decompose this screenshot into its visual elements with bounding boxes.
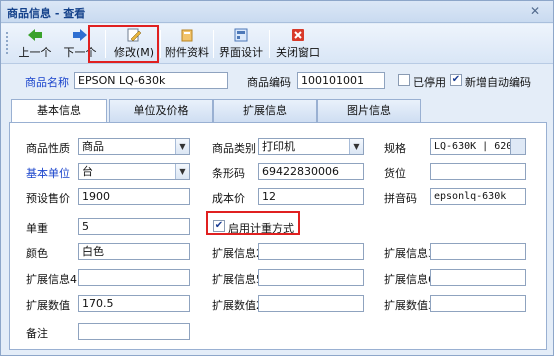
tab-basic-info[interactable]: 基本信息	[11, 99, 107, 123]
weighing-highlight	[206, 211, 300, 235]
edit-button-highlight	[88, 25, 159, 63]
pinyin-label: 拼音码	[384, 192, 417, 205]
extnum3-input[interactable]	[430, 295, 526, 312]
interface-design-label: 界面设计	[219, 46, 263, 59]
ext3-input[interactable]	[430, 243, 526, 260]
category-label: 商品类别	[212, 142, 256, 155]
chevron-down-icon[interactable]: ▼	[349, 139, 363, 154]
prev-button[interactable]: 上一个	[15, 28, 55, 62]
product-info-window: 商品信息 - 查看 ✕ 上一个 下一个 修改(M) 附件资料 界面设计 关闭窗口…	[0, 0, 554, 356]
ext5-label: 扩展信息5	[212, 273, 263, 286]
close-icon[interactable]: ✕	[529, 5, 541, 17]
tab-strip: 基本信息 单位及价格 扩展信息 图片信息	[9, 99, 547, 123]
auto-code-checkbox[interactable]: ✔	[450, 74, 462, 86]
barcode-label: 条形码	[212, 167, 245, 180]
ext5-input[interactable]	[258, 269, 364, 286]
attachments-button[interactable]: 附件资料	[164, 28, 210, 62]
weight-input[interactable]: 5	[78, 218, 190, 235]
location-input[interactable]	[430, 163, 526, 180]
ext4-input[interactable]	[78, 269, 190, 286]
prev-label: 上一个	[18, 46, 52, 59]
chevron-down-icon[interactable]: ▼	[175, 139, 189, 154]
close-window-button[interactable]: 关闭窗口	[274, 28, 322, 62]
product-name-label: 商品名称	[25, 76, 69, 89]
tab-image-info[interactable]: 图片信息	[317, 99, 421, 122]
tab-extended-info[interactable]: 扩展信息	[213, 99, 317, 122]
category-select[interactable]: 打印机 ▼	[258, 138, 364, 155]
ext6-label: 扩展信息6	[384, 273, 435, 286]
disabled-checkbox[interactable]	[398, 74, 410, 86]
spec-label: 规格	[384, 142, 406, 155]
ext2-label: 扩展信息2	[212, 247, 263, 260]
arrow-left-icon	[28, 29, 42, 41]
extnum2-label: 扩展数值2	[212, 299, 263, 312]
product-code-label: 商品编码	[247, 76, 291, 89]
layout-design-icon	[234, 28, 248, 42]
remark-input[interactable]	[78, 323, 190, 340]
extnum2-input[interactable]	[258, 295, 364, 312]
color-label: 颜色	[26, 247, 48, 260]
header-row: 商品名称 EPSON LQ-630k 商品编码 100101001 已停用 ✔ …	[1, 65, 553, 95]
folder-attachment-icon	[181, 29, 193, 42]
ext2-input[interactable]	[258, 243, 364, 260]
unit-value: 台	[82, 165, 93, 178]
toolbar: 上一个 下一个 修改(M) 附件资料 界面设计 关闭窗口	[1, 24, 553, 64]
weight-label: 单重	[26, 222, 48, 235]
barcode-input[interactable]: 69422830006	[258, 163, 364, 180]
toolbar-separator	[160, 30, 161, 58]
product-code-input[interactable]: 100101001	[297, 72, 385, 89]
product-name-input[interactable]: EPSON LQ-630k	[74, 72, 228, 89]
attachments-label: 附件资料	[165, 46, 209, 59]
location-label: 货位	[384, 167, 406, 180]
ext3-label: 扩展信息3	[384, 247, 435, 260]
tab-units-prices[interactable]: 单位及价格	[109, 99, 213, 122]
arrow-right-icon	[73, 29, 87, 41]
extnum1-input[interactable]: 170.5	[78, 295, 190, 312]
ext4-label: 扩展信息4	[26, 273, 77, 286]
pinyin-input[interactable]: epsonlq-630k	[430, 188, 526, 205]
nature-label: 商品性质	[26, 142, 70, 155]
close-window-label: 关闭窗口	[276, 46, 320, 59]
title-bar: 商品信息 - 查看 ✕	[1, 1, 553, 23]
preset-price-label: 预设售价	[26, 192, 70, 205]
cost-label: 成本价	[212, 192, 245, 205]
nature-select[interactable]: 商品 ▼	[78, 138, 190, 155]
interface-design-button[interactable]: 界面设计	[217, 28, 265, 62]
toolbar-separator	[213, 30, 214, 58]
extnum1-label: 扩展数值	[26, 299, 70, 312]
category-value: 打印机	[262, 140, 295, 153]
remark-label: 备注	[26, 327, 48, 340]
nature-value: 商品	[82, 140, 104, 153]
close-window-icon	[292, 29, 304, 41]
spec-ellipsis-button[interactable]	[510, 138, 526, 155]
toolbar-separator	[269, 30, 270, 58]
unit-select[interactable]: 台 ▼	[78, 163, 190, 180]
ext6-input[interactable]	[430, 269, 526, 286]
window-title: 商品信息 - 查看	[7, 7, 86, 20]
unit-label: 基本单位	[26, 167, 70, 180]
cost-input[interactable]: 12	[258, 188, 364, 205]
color-input[interactable]: 白色	[78, 243, 190, 260]
preset-price-input[interactable]: 1900	[78, 188, 190, 205]
chevron-down-icon[interactable]: ▼	[175, 164, 189, 179]
disabled-label: 已停用	[413, 76, 446, 89]
basic-info-panel: 商品性质 商品 ▼ 商品类别 打印机 ▼ 规格 LQ-630K | 620K 基…	[9, 122, 547, 350]
auto-code-label: 新增自动编码	[465, 76, 531, 89]
extnum3-label: 扩展数值3	[384, 299, 435, 312]
toolbar-grip	[6, 32, 9, 54]
